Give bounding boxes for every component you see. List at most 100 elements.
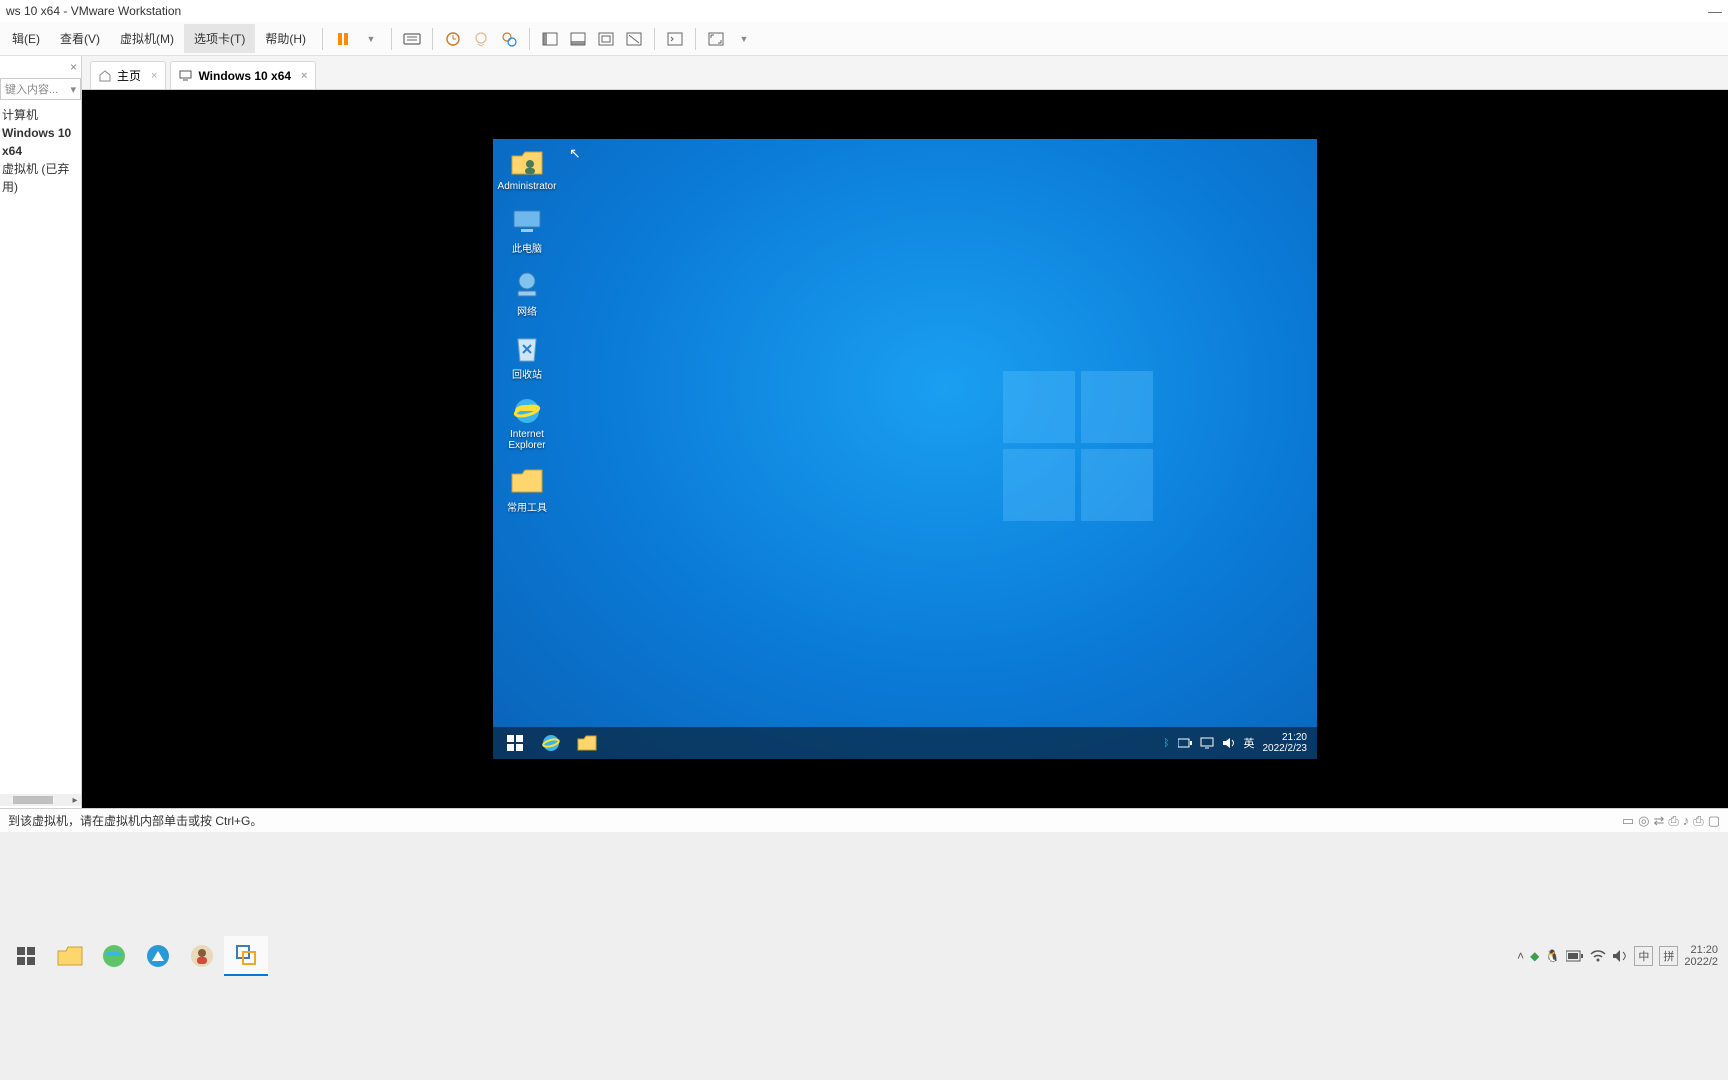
host-app-mm[interactable] [136, 936, 180, 976]
minimize-button[interactable]: — [1708, 3, 1722, 19]
usb-icon[interactable]: ⎙ [1668, 813, 1678, 829]
tree-root[interactable]: 计算机 [2, 106, 81, 124]
host-clock[interactable]: 21:20 2022/2 [1684, 944, 1718, 968]
desktop-icons: Administrator 此电脑 网络 回收站 Internet Explor… [499, 147, 555, 514]
display-icon[interactable]: ▢ [1708, 813, 1720, 829]
separator [529, 28, 530, 50]
fit-icon [598, 32, 614, 46]
show-sidebar-button[interactable] [536, 25, 564, 53]
free-stretch-button[interactable] [620, 25, 648, 53]
app-icon [189, 943, 215, 969]
windows-start-icon [507, 735, 523, 751]
folder-user-icon [510, 149, 544, 177]
home-icon [99, 70, 111, 82]
bluetooth-icon[interactable]: ᛒ [1164, 738, 1170, 749]
ime-lang[interactable]: 中 [1634, 946, 1653, 966]
desktop-icon-tools[interactable]: 常用工具 [499, 465, 555, 514]
library-sidebar: × 键入内容... ▾ 计算机 Windows 10 x64 虚拟机 (已弃用)… [0, 56, 82, 808]
tray-qq-icon[interactable]: 🐧 [1545, 949, 1560, 963]
revert-snapshot-button[interactable] [467, 25, 495, 53]
separator [322, 28, 323, 50]
guest-desktop[interactable]: ↖ Administrator 此电脑 网络 回收站 Internet Expl… [493, 139, 1317, 759]
taskbar-explorer[interactable] [569, 727, 605, 759]
tree-item-deprecated[interactable]: 虚拟机 (已弃用) [2, 160, 81, 196]
network-tray-icon[interactable] [1200, 737, 1214, 749]
scroll-right-button[interactable]: ▸ [69, 795, 81, 806]
show-thumbbar-button[interactable] [564, 25, 592, 53]
computer-icon [511, 209, 543, 235]
desktop-icon-network[interactable]: 网络 [499, 269, 555, 318]
vm-viewport[interactable]: ↖ Administrator 此电脑 网络 回收站 Internet Expl… [82, 90, 1728, 808]
send-cad-button[interactable] [398, 25, 426, 53]
pause-button[interactable] [329, 25, 357, 53]
host-vmware[interactable] [224, 936, 268, 976]
menu-help[interactable]: 帮助(H) [255, 24, 316, 53]
taskbar-clock[interactable]: 21:20 2022/2/23 [1263, 732, 1308, 754]
snapshot-button[interactable] [439, 25, 467, 53]
volume-icon[interactable] [1612, 949, 1628, 963]
tab-close-button[interactable]: × [301, 70, 307, 82]
sidebar-hscroll[interactable]: ▸ [0, 794, 81, 806]
ime-indicator[interactable]: 英 [1244, 735, 1255, 751]
scrollbar-thumb[interactable] [13, 796, 53, 804]
sidebar-close-button[interactable]: × [70, 60, 77, 74]
volume-icon[interactable] [1222, 737, 1236, 749]
device-icons[interactable]: ▭ ◎ ⇄ ⎙ ♪ ⎙ ▢ [1622, 813, 1720, 829]
sound-icon[interactable]: ♪ [1683, 813, 1690, 829]
cd-icon[interactable]: ◎ [1638, 813, 1649, 829]
console-icon [667, 32, 683, 46]
printer-icon[interactable]: ⎙ [1693, 813, 1703, 829]
start-button[interactable] [497, 727, 533, 759]
library-tree[interactable]: 计算机 Windows 10 x64 虚拟机 (已弃用) [0, 106, 81, 196]
tab-close-button[interactable]: × [151, 70, 157, 82]
taskbar-ie[interactable] [533, 727, 569, 759]
edge-icon [101, 943, 127, 969]
monitor-icon [179, 70, 192, 81]
network-icon[interactable]: ⇄ [1653, 813, 1664, 829]
clock-time: 21:20 [1282, 732, 1307, 743]
tab-vm[interactable]: Windows 10 x64 × [170, 61, 316, 89]
desktop-icon-thispc[interactable]: 此电脑 [499, 206, 555, 255]
layout-bottom-icon [570, 32, 586, 46]
desktop-icon-recycle[interactable]: 回收站 [499, 332, 555, 381]
wifi-icon[interactable] [1590, 950, 1606, 962]
host-edge[interactable] [92, 936, 136, 976]
host-tray: ˄ ◆ 🐧 中 拼 21:20 2022/2 [1517, 944, 1724, 968]
host-start-button[interactable] [4, 936, 48, 976]
sidebar-filter[interactable]: 键入内容... ▾ [0, 78, 81, 100]
host-explorer[interactable] [48, 936, 92, 976]
menu-tabs[interactable]: 选项卡(T) [184, 24, 255, 53]
chevron-down-icon: ▼ [367, 34, 376, 44]
tray-shield-icon[interactable]: ◆ [1530, 949, 1539, 963]
chevron-down-icon: ▾ [70, 83, 76, 96]
tab-home[interactable]: 主页 × [90, 61, 166, 89]
console-button[interactable] [661, 25, 689, 53]
power-dropdown[interactable]: ▼ [357, 25, 385, 53]
host-app-2[interactable] [180, 936, 224, 976]
icon-label: 网络 [517, 303, 537, 318]
menu-edit[interactable]: 辑(E) [2, 24, 50, 53]
fullscreen-button[interactable] [702, 25, 730, 53]
battery-icon[interactable] [1566, 950, 1584, 962]
snapshot-manager-button[interactable] [495, 25, 523, 53]
battery-icon[interactable] [1178, 738, 1192, 748]
menu-vm[interactable]: 虚拟机(M) [110, 24, 184, 53]
ie-icon [511, 395, 543, 427]
chevron-down-icon: ▼ [740, 34, 749, 44]
desktop-icon-ie[interactable]: Internet Explorer [499, 395, 555, 451]
tray-chevron-icon[interactable]: ˄ [1517, 949, 1524, 963]
vmware-icon [234, 943, 258, 967]
fullscreen-dropdown[interactable]: ▼ [730, 25, 758, 53]
tree-item-vm[interactable]: Windows 10 x64 [2, 124, 81, 160]
stretch-icon [626, 32, 642, 46]
menu-view[interactable]: 查看(V) [50, 24, 110, 53]
clock-down-icon [473, 31, 489, 47]
fit-guest-button[interactable] [592, 25, 620, 53]
folder-icon [577, 735, 597, 751]
hdd-icon[interactable]: ▭ [1622, 813, 1634, 829]
ime-mode[interactable]: 拼 [1659, 946, 1678, 966]
separator [654, 28, 655, 50]
separator [391, 28, 392, 50]
desktop-icon-admin[interactable]: Administrator [499, 147, 555, 192]
cursor-icon: ↖ [569, 145, 581, 162]
